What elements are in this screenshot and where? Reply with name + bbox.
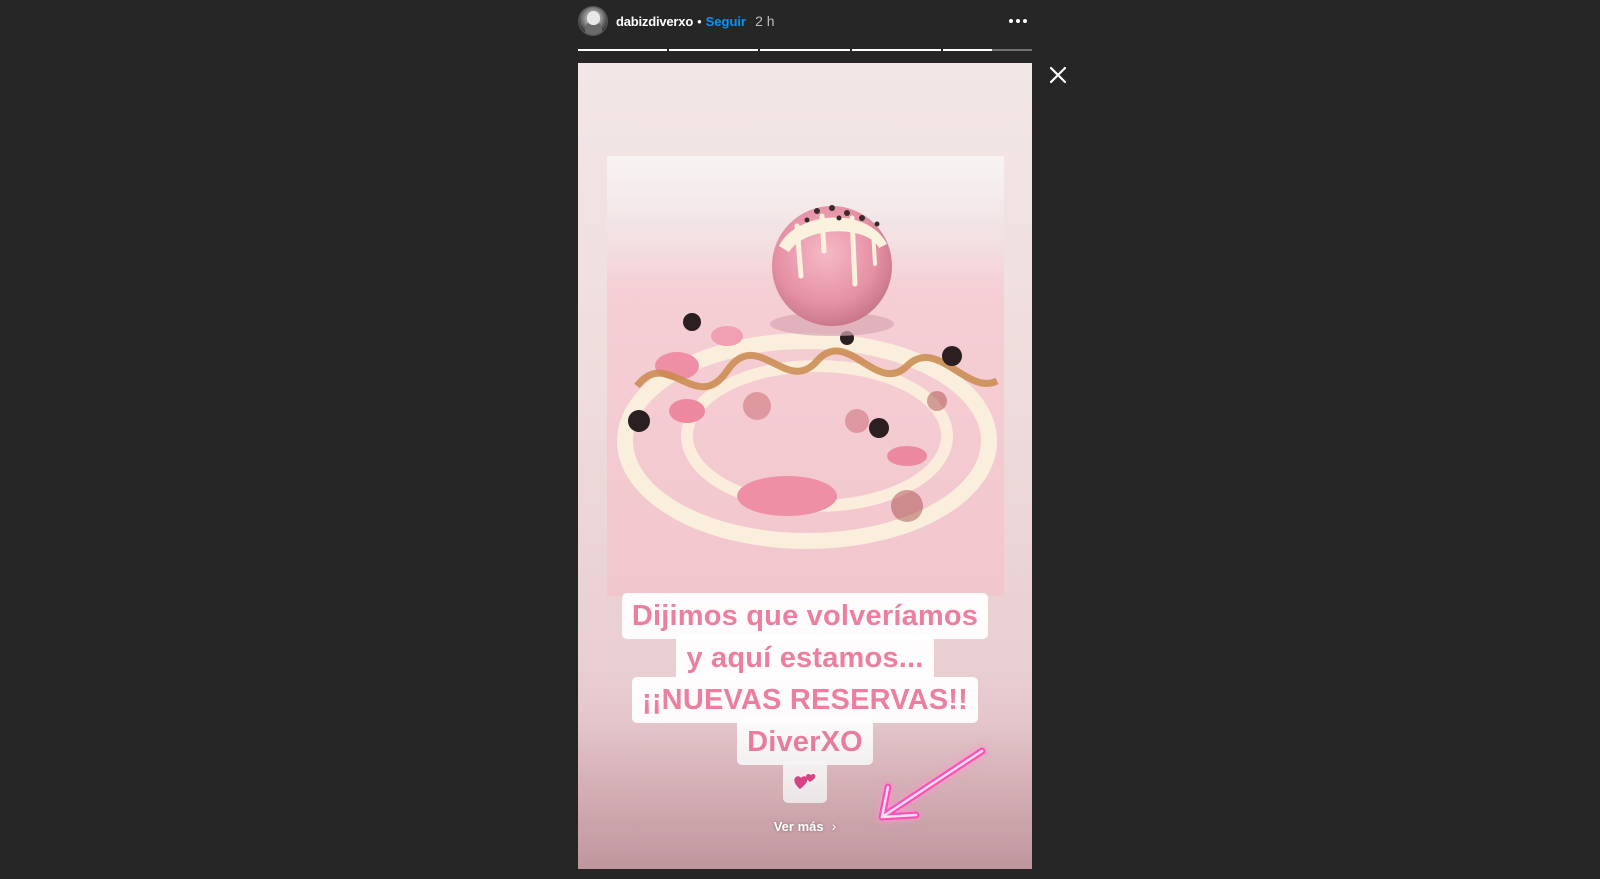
- avatar[interactable]: [578, 6, 608, 36]
- two-hearts-emoji: [783, 761, 827, 803]
- progress-segment: [851, 49, 941, 51]
- progress-segment: [942, 49, 1033, 51]
- more-horizontal-icon: [1009, 19, 1013, 23]
- follow-button[interactable]: Seguir: [706, 14, 746, 29]
- chevron-right-icon: ›: [831, 818, 837, 834]
- progress-segment-fill: [851, 49, 941, 51]
- more-horizontal-icon: [1016, 19, 1020, 23]
- dessert-photo: [607, 156, 1004, 596]
- progress-segment: [669, 49, 759, 51]
- progress-segment-fill: [578, 49, 668, 51]
- story-viewer: dabizdiverxo • Seguir 2 h Dijimos que vo…: [0, 0, 1600, 879]
- progress-segment-fill: [942, 49, 992, 51]
- progress-segment-fill: [760, 49, 850, 51]
- caption-line: DiverXO: [737, 719, 873, 765]
- story-header: dabizdiverxo • Seguir 2 h: [578, 6, 1032, 36]
- story-progress-bar: [578, 49, 1033, 51]
- separator-dot: •: [697, 13, 702, 29]
- caption-line: ¡¡NUEVAS RESERVAS!!: [631, 677, 979, 723]
- neon-arrow-sticker: [878, 747, 986, 821]
- timestamp: 2 h: [755, 13, 775, 29]
- more-options-button[interactable]: [1004, 7, 1032, 35]
- username[interactable]: dabizdiverxo: [616, 14, 693, 29]
- close-button[interactable]: [1044, 61, 1072, 89]
- story-media[interactable]: Dijimos que volveríamos y aquí estamos..…: [578, 63, 1032, 869]
- caption-line: y aquí estamos...: [676, 635, 934, 681]
- see-more-link[interactable]: Ver más ›: [578, 818, 1032, 834]
- progress-segment-fill: [669, 49, 759, 51]
- close-icon: [1049, 66, 1067, 84]
- more-horizontal-icon: [1023, 19, 1027, 23]
- see-more-label: Ver más: [773, 819, 824, 834]
- progress-segment: [578, 49, 668, 51]
- caption-line: Dijimos que volveríamos: [621, 593, 989, 639]
- progress-segment: [760, 49, 850, 51]
